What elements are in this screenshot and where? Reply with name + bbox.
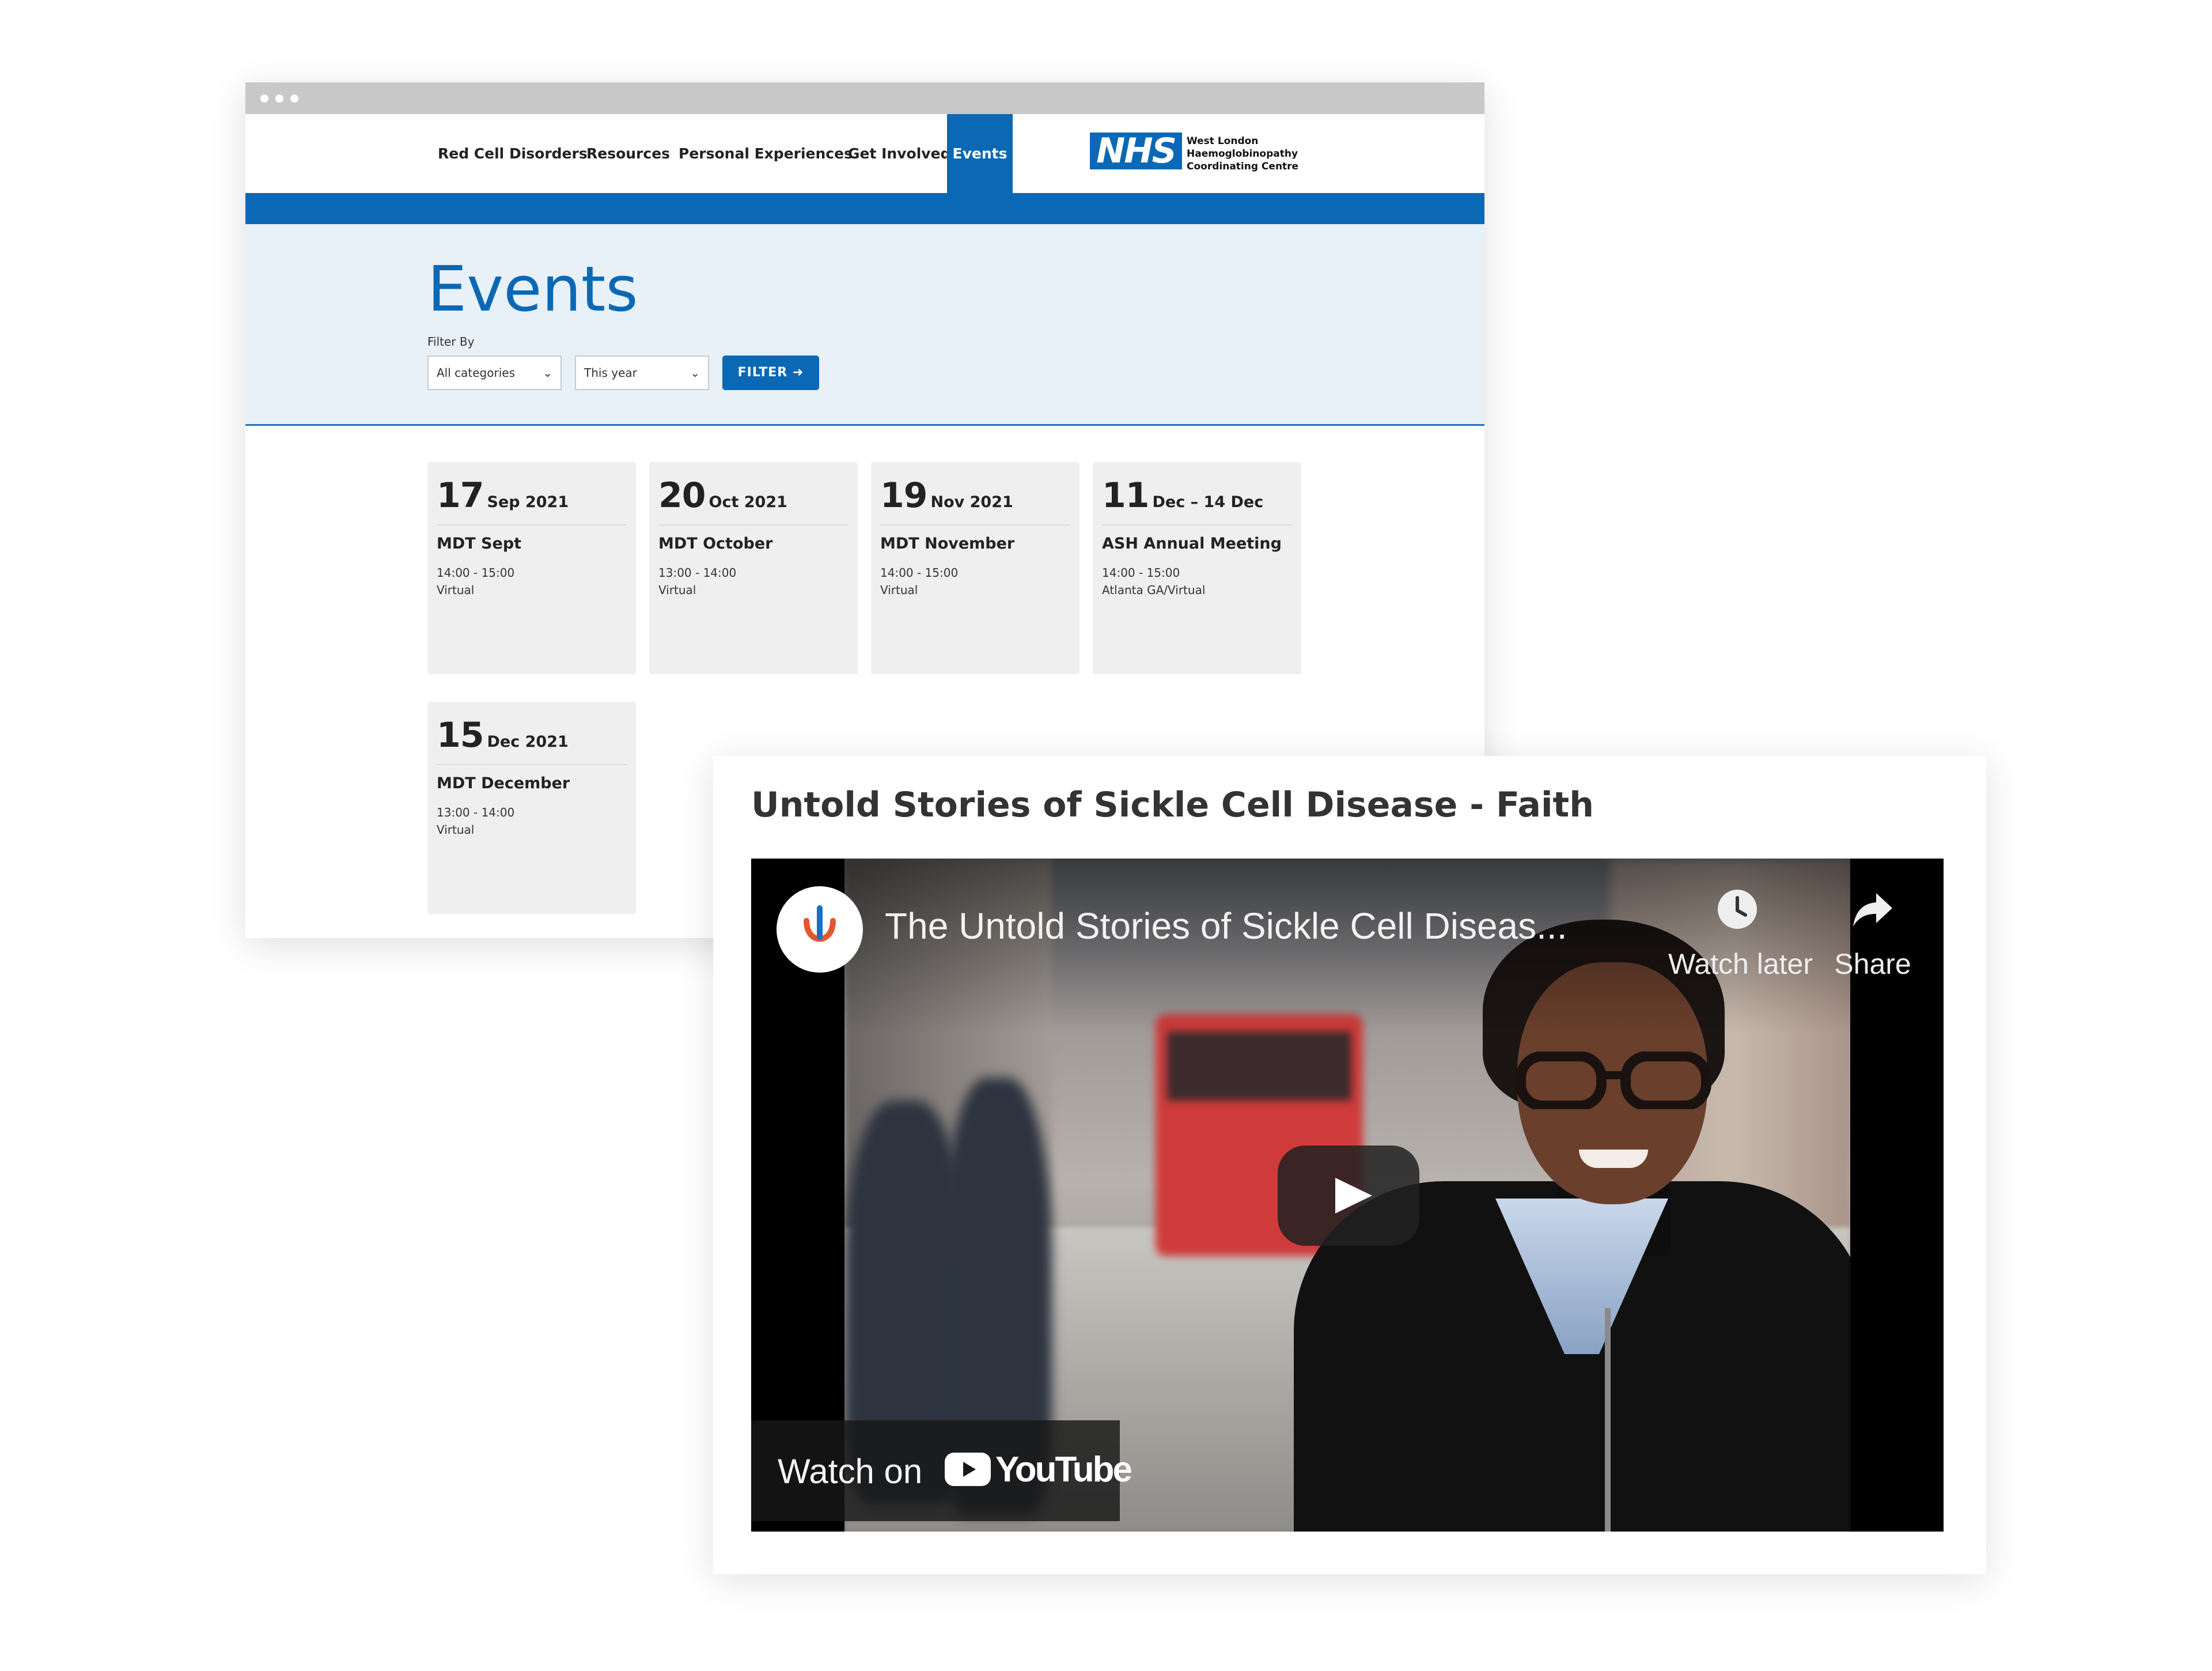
video-heading: Untold Stories of Sickle Cell Disease - …	[751, 785, 1594, 825]
site-navigation: Red Cell Disorders Resources Personal Ex…	[245, 114, 1484, 193]
event-time: 13:00 - 14:00	[437, 806, 515, 819]
event-day: 11	[1102, 475, 1149, 516]
channel-avatar[interactable]	[777, 886, 863, 973]
window-dot[interactable]	[275, 94, 283, 103]
org-line: West London	[1187, 135, 1259, 147]
chevron-down-icon: ⌄	[690, 366, 700, 380]
youtube-icon	[945, 1453, 991, 1486]
event-card[interactable]: 11 Dec – 14 Dec ASH Annual Meeting 14:00 …	[1093, 462, 1301, 674]
youtube-wordmark: YouTube	[995, 1450, 1132, 1489]
event-location: Virtual	[658, 583, 696, 597]
event-date: 17 Sep 2021	[437, 472, 627, 526]
event-month: Nov 2021	[930, 493, 1013, 511]
event-title[interactable]: MDT October	[658, 535, 772, 553]
window-dot[interactable]	[260, 94, 268, 103]
org-line: Coordinating Centre	[1187, 161, 1299, 172]
events-hero: Events Filter By All categories ⌄ This y…	[245, 224, 1484, 426]
filter-button-label: FILTER	[737, 365, 788, 380]
watch-on-label: Watch on	[778, 1452, 923, 1491]
filter-label: Filter By	[427, 335, 475, 349]
event-title[interactable]: MDT December	[437, 774, 570, 792]
youtube-player[interactable]: The Untold Stories of Sickle Cell Diseas…	[751, 859, 1944, 1532]
event-location: Virtual	[437, 823, 475, 837]
window-dot[interactable]	[290, 94, 298, 103]
arrow-right-icon: ➜	[792, 365, 804, 380]
event-card[interactable]: 15 Dec 2021 MDT December 13:00 - 14:00 Vi…	[427, 702, 636, 914]
event-date: 11 Dec – 14 Dec	[1102, 472, 1292, 526]
event-month: Dec 2021	[487, 733, 569, 751]
event-day: 20	[658, 475, 706, 516]
period-select-value: This year	[584, 366, 637, 380]
event-month: Sep 2021	[487, 493, 569, 511]
event-title[interactable]: MDT Sept	[437, 535, 521, 553]
event-location: Virtual	[437, 583, 475, 597]
browser-chrome-bar	[245, 82, 1484, 114]
nav-item-events[interactable]: Events	[947, 114, 1013, 193]
watch-later-label: Watch later	[1668, 948, 1813, 980]
share-icon	[1853, 893, 1892, 927]
event-time: 14:00 - 15:00	[1102, 566, 1180, 580]
watch-later-button[interactable]: Watch later	[1668, 886, 1813, 981]
event-time: 14:00 - 15:00	[437, 566, 515, 580]
nav-item-personal-experiences[interactable]: Personal Experiences	[679, 114, 853, 193]
filter-button[interactable]: FILTER ➜	[722, 356, 819, 390]
event-location: Atlanta GA/Virtual	[1102, 583, 1206, 597]
event-day: 17	[437, 475, 484, 516]
clock-icon	[1718, 890, 1757, 929]
category-select-value: All categories	[437, 366, 515, 380]
org-line: Haemoglobinopathy	[1187, 148, 1298, 160]
event-card[interactable]: 17 Sep 2021 MDT Sept 14:00 - 15:00 Virtua…	[427, 462, 636, 674]
watch-on-youtube-bar[interactable]: Watch on YouTube	[751, 1420, 1132, 1521]
page-title: Events	[427, 254, 638, 326]
player-video-title[interactable]: The Untold Stories of Sickle Cell Diseas…	[885, 905, 1567, 947]
event-title[interactable]: MDT November	[880, 535, 1014, 553]
video-panel: Untold Stories of Sickle Cell Disease - …	[713, 756, 1986, 1574]
event-date: 20 Oct 2021	[658, 472, 849, 526]
event-card[interactable]: 19 Nov 2021 MDT November 14:00 - 15:00 Vi…	[871, 462, 1080, 674]
nav-item-resources[interactable]: Resources	[586, 114, 670, 193]
event-time: 13:00 - 14:00	[658, 566, 737, 580]
play-button[interactable]	[1278, 1145, 1419, 1246]
chevron-down-icon: ⌄	[543, 366, 552, 380]
category-select[interactable]: All categories ⌄	[427, 356, 562, 390]
event-month: Dec – 14 Dec	[1152, 493, 1264, 511]
event-location: Virtual	[880, 583, 918, 597]
event-date: 19 Nov 2021	[880, 472, 1070, 526]
period-select[interactable]: This year ⌄	[575, 356, 709, 390]
event-day: 19	[880, 475, 927, 516]
channel-logo-icon	[804, 905, 836, 942]
event-card[interactable]: 20 Oct 2021 MDT October 13:00 - 14:00 Vir…	[649, 462, 858, 674]
header-band	[245, 193, 1484, 224]
event-month: Oct 2021	[709, 493, 787, 511]
share-button[interactable]: Share	[1812, 886, 1933, 981]
nhs-logo[interactable]: NHS	[1090, 133, 1182, 169]
event-day: 15	[437, 715, 484, 755]
event-time: 14:00 - 15:00	[880, 566, 959, 580]
event-date: 15 Dec 2021	[437, 712, 627, 765]
nav-item-red-cell-disorders[interactable]: Red Cell Disorders	[438, 114, 588, 193]
nav-item-get-involved[interactable]: Get Involved	[848, 114, 950, 193]
organisation-name: West London Haemoglobinopathy Coordinati…	[1187, 135, 1313, 173]
event-title[interactable]: ASH Annual Meeting	[1102, 535, 1282, 553]
share-label: Share	[1834, 948, 1911, 980]
play-icon	[1335, 1178, 1372, 1213]
